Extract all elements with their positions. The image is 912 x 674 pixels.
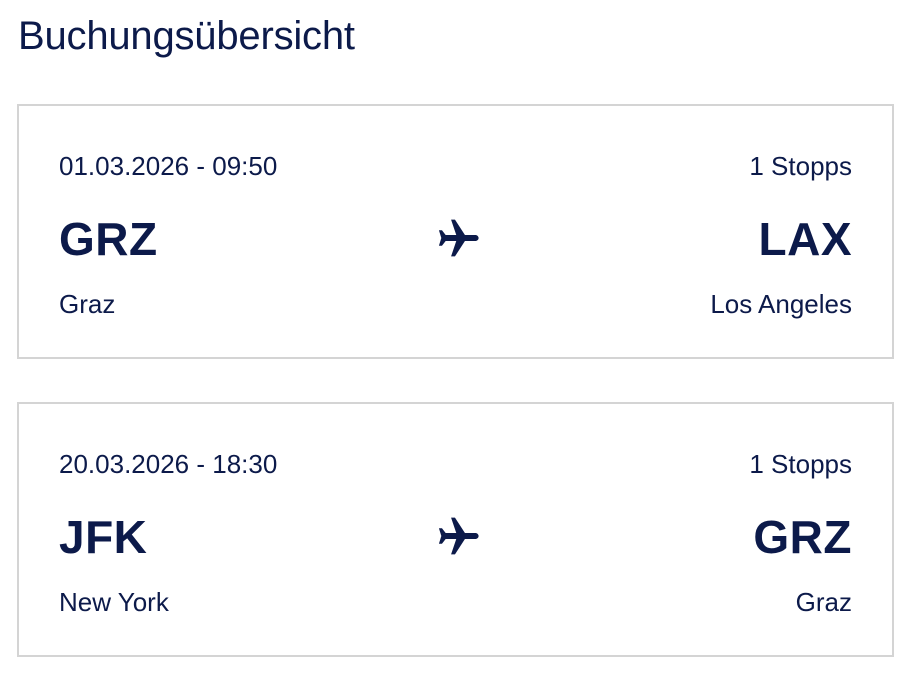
page-title: Buchungsübersicht — [18, 14, 355, 58]
destination-code: GRZ — [753, 511, 852, 563]
origin-code: GRZ — [59, 213, 158, 265]
flight-card-header: 01.03.2026 - 09:50 1 Stopps — [59, 150, 852, 182]
origin-code: JFK — [59, 511, 148, 563]
flight-cities: Graz Los Angeles — [59, 286, 852, 322]
flight-datetime: 01.03.2026 - 09:50 — [59, 150, 278, 181]
destination-city: Graz — [795, 586, 852, 617]
flight-stops: 1 Stopps — [749, 448, 852, 479]
flight-card[interactable]: 20.03.2026 - 18:30 1 Stopps JFK GRZ New … — [17, 402, 894, 657]
origin-city: New York — [59, 586, 169, 617]
destination-code: LAX — [758, 213, 852, 265]
flight-stops: 1 Stopps — [749, 150, 852, 181]
flight-card-header: 20.03.2026 - 18:30 1 Stopps — [59, 448, 852, 480]
origin-city: Graz — [59, 288, 116, 319]
airplane-icon — [432, 510, 484, 562]
airplane-icon — [432, 212, 484, 264]
flight-card[interactable]: 01.03.2026 - 09:50 1 Stopps GRZ LAX Graz… — [17, 104, 894, 359]
flight-cities: New York Graz — [59, 584, 852, 620]
flight-datetime: 20.03.2026 - 18:30 — [59, 448, 278, 479]
destination-city: Los Angeles — [710, 288, 852, 319]
